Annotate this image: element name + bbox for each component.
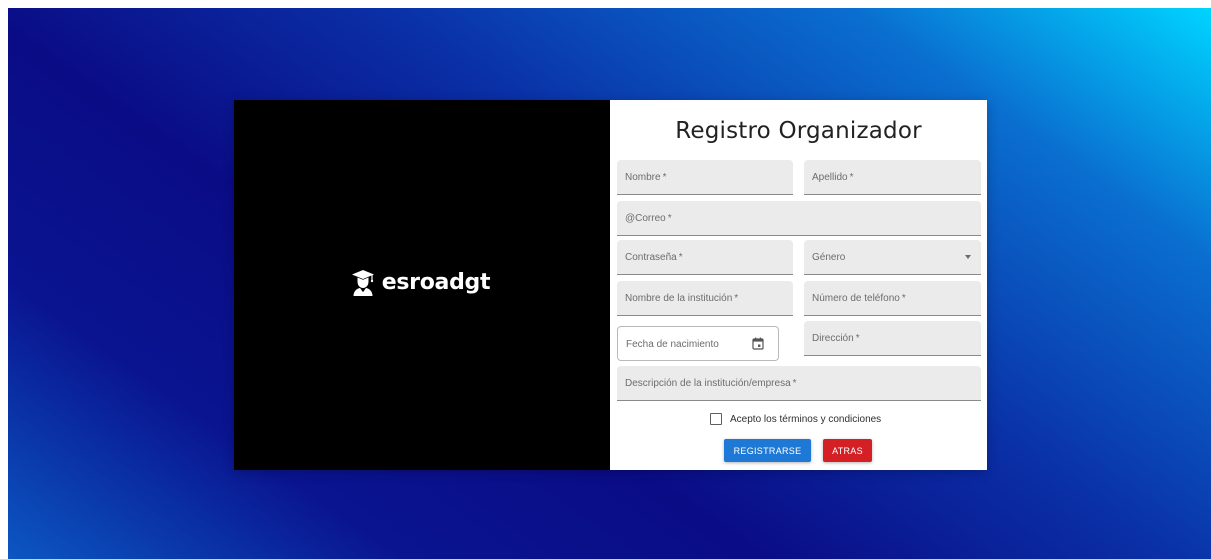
required-mark: * (792, 378, 797, 389)
direccion-field[interactable]: Dirección * (804, 321, 981, 356)
apellido-field[interactable]: Apellido * (804, 160, 981, 195)
institucion-label: Nombre de la institución (625, 293, 733, 304)
dropdown-arrow-icon (965, 255, 971, 259)
correo-label: @Correo (625, 213, 666, 224)
required-mark: * (855, 333, 860, 344)
genero-select[interactable]: Género (804, 240, 981, 275)
contrasena-field[interactable]: Contraseña * (617, 240, 793, 275)
required-mark: * (667, 213, 672, 224)
required-mark: * (849, 172, 854, 183)
graduate-logo-icon (351, 269, 375, 297)
calendar-icon[interactable] (752, 337, 764, 350)
page-background: esroadgt Registro Organizador Nombre * Ap… (8, 8, 1211, 559)
brand-panel: esroadgt (234, 100, 610, 470)
nombre-label: Nombre (625, 172, 661, 183)
genero-label: Género (812, 252, 846, 263)
institucion-field[interactable]: Nombre de la institución * (617, 281, 793, 316)
terms-row: Acepto los términos y condiciones (710, 413, 881, 425)
page-title: Registro Organizador (675, 118, 922, 144)
brand: esroadgt (351, 269, 491, 297)
form-panel: Registro Organizador Nombre * Apellido * @… (610, 100, 987, 470)
telefono-label: Número de teléfono (812, 293, 900, 304)
terms-label[interactable]: Acepto los términos y condiciones (730, 414, 881, 425)
register-card: esroadgt Registro Organizador Nombre * Ap… (234, 100, 987, 470)
required-mark: * (734, 293, 739, 304)
required-mark: * (901, 293, 906, 304)
required-mark: * (662, 172, 667, 183)
terms-checkbox[interactable] (710, 413, 722, 425)
fecha-nacimiento-field[interactable]: Fecha de nacimiento (617, 326, 779, 361)
register-button[interactable]: REGISTRARSE (724, 439, 811, 462)
nombre-field[interactable]: Nombre * (617, 160, 793, 195)
descripcion-field[interactable]: Descripción de la institución/empresa * (617, 366, 981, 401)
correo-field[interactable]: @Correo * (617, 201, 981, 236)
brand-name: esroadgt (381, 270, 491, 295)
back-button[interactable]: ATRAS (823, 439, 872, 462)
fecha-label: Fecha de nacimiento (626, 339, 719, 350)
telefono-field[interactable]: Número de teléfono * (804, 281, 981, 316)
descripcion-label: Descripción de la institución/empresa (625, 378, 791, 389)
contrasena-label: Contraseña (625, 252, 677, 263)
direccion-label: Dirección (812, 333, 854, 344)
apellido-label: Apellido (812, 172, 848, 183)
required-mark: * (678, 252, 683, 263)
